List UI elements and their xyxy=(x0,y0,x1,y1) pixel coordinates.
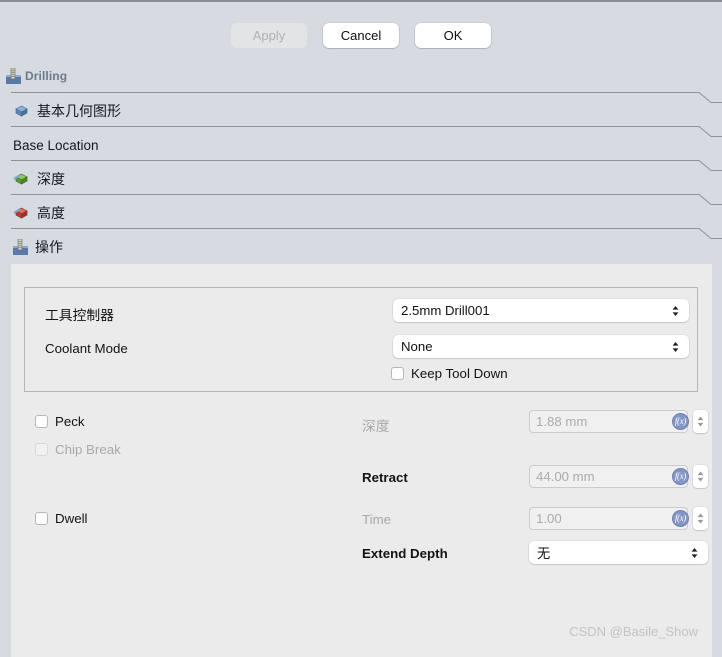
dialog-button-bar: Apply Cancel OK xyxy=(0,22,722,48)
section-label: 基本几何图形 xyxy=(37,103,121,119)
chip-break-label: Chip Break xyxy=(55,442,121,457)
depth-field[interactable]: 1.88 mm xyxy=(529,410,688,433)
tool-settings-group: 工具控制器 Coolant Mode 2.5mm Drill001 None K… xyxy=(24,287,698,392)
chevron-updown-icon xyxy=(697,513,704,524)
keep-tool-down-label: Keep Tool Down xyxy=(411,366,508,381)
section-row[interactable]: 基本几何图形 xyxy=(0,92,722,126)
retract-value: 44.00 mm xyxy=(536,469,595,484)
section-divider xyxy=(11,160,722,172)
section-label: 操作 xyxy=(35,239,63,255)
section-row[interactable]: 高度 xyxy=(0,194,722,228)
keep-tool-down-row[interactable]: Keep Tool Down xyxy=(391,366,508,381)
drill-icon xyxy=(6,68,21,84)
depth-stepper[interactable] xyxy=(693,410,708,433)
coolant-mode-select[interactable]: None xyxy=(393,335,689,358)
dialog-title-row: Drilling xyxy=(6,68,67,84)
extend-depth-label: Extend Depth xyxy=(362,546,448,561)
chevron-updown-icon xyxy=(672,305,679,316)
dialog-title: Drilling xyxy=(25,69,68,83)
section-row[interactable]: Base Location xyxy=(0,126,722,160)
dwell-checkbox[interactable] xyxy=(35,512,48,525)
section-row[interactable]: 深度 xyxy=(0,160,722,194)
section-header-base-location[interactable]: Base Location xyxy=(13,134,99,156)
extend-depth-select[interactable]: 无 xyxy=(529,541,708,564)
retract-expression-button[interactable]: f(x) xyxy=(672,468,689,485)
depth-value: 1.88 mm xyxy=(536,414,588,429)
section-divider xyxy=(11,228,722,240)
time-label: Time xyxy=(362,512,392,527)
section-divider xyxy=(11,194,722,206)
section-label: 高度 xyxy=(37,205,65,221)
peck-row[interactable]: Peck xyxy=(35,414,85,429)
retract-field[interactable]: 44.00 mm xyxy=(529,465,688,488)
dwell-label: Dwell xyxy=(55,511,88,526)
blue-cube-icon xyxy=(13,105,30,118)
time-expression-button[interactable]: f(x) xyxy=(672,510,689,527)
section-header-basic-geometry[interactable]: 基本几何图形 xyxy=(13,100,121,122)
chevron-updown-icon xyxy=(697,471,704,482)
red-cube-icon xyxy=(13,207,30,220)
time-value: 1.00 xyxy=(536,511,562,526)
retract-stepper[interactable] xyxy=(693,465,708,488)
keep-tool-down-checkbox[interactable] xyxy=(391,367,404,380)
chip-break-row[interactable]: Chip Break xyxy=(35,442,121,457)
depth-label: 深度 xyxy=(362,419,390,434)
chevron-updown-icon xyxy=(691,547,698,558)
watermark: CSDN @Basile_Show xyxy=(569,624,698,639)
section-row[interactable]: 操作 xyxy=(0,228,722,262)
section-label: Base Location xyxy=(13,137,99,153)
ok-button[interactable]: OK xyxy=(415,22,491,48)
dwell-row[interactable]: Dwell xyxy=(35,511,88,526)
drill-icon xyxy=(13,239,28,255)
section-label: 深度 xyxy=(37,171,65,187)
drilling-dialog: Apply Cancel OK Drilling 基本几何图形 Base Loc… xyxy=(0,0,722,657)
retract-label: Retract xyxy=(362,470,408,485)
section-divider xyxy=(11,126,722,138)
depth-expression-button[interactable]: f(x) xyxy=(672,413,689,430)
tool-controller-value: 2.5mm Drill001 xyxy=(401,303,490,318)
cancel-button[interactable]: Cancel xyxy=(323,22,399,48)
chevron-updown-icon xyxy=(672,341,679,352)
tool-controller-select[interactable]: 2.5mm Drill001 xyxy=(393,299,689,322)
tool-controller-label: 工具控制器 xyxy=(45,308,114,323)
coolant-mode-value: None xyxy=(401,339,433,354)
chevron-updown-icon xyxy=(697,416,704,427)
section-list: 基本几何图形 Base Location 深度 高度 操作 xyxy=(0,92,722,262)
section-header-operation[interactable]: 操作 xyxy=(13,236,63,258)
time-field[interactable]: 1.00 xyxy=(529,507,688,530)
coolant-mode-label: Coolant Mode xyxy=(45,341,128,356)
time-stepper[interactable] xyxy=(693,507,708,530)
operation-panel: 工具控制器 Coolant Mode 2.5mm Drill001 None K… xyxy=(11,264,712,657)
green-cube-icon xyxy=(13,173,30,186)
window-top-edge xyxy=(0,0,722,2)
peck-label: Peck xyxy=(55,414,85,429)
peck-checkbox[interactable] xyxy=(35,415,48,428)
chip-break-checkbox[interactable] xyxy=(35,443,48,456)
section-header-height[interactable]: 高度 xyxy=(13,202,65,224)
apply-button[interactable]: Apply xyxy=(231,22,307,48)
section-header-depth[interactable]: 深度 xyxy=(13,168,65,190)
extend-depth-value: 无 xyxy=(537,546,551,561)
